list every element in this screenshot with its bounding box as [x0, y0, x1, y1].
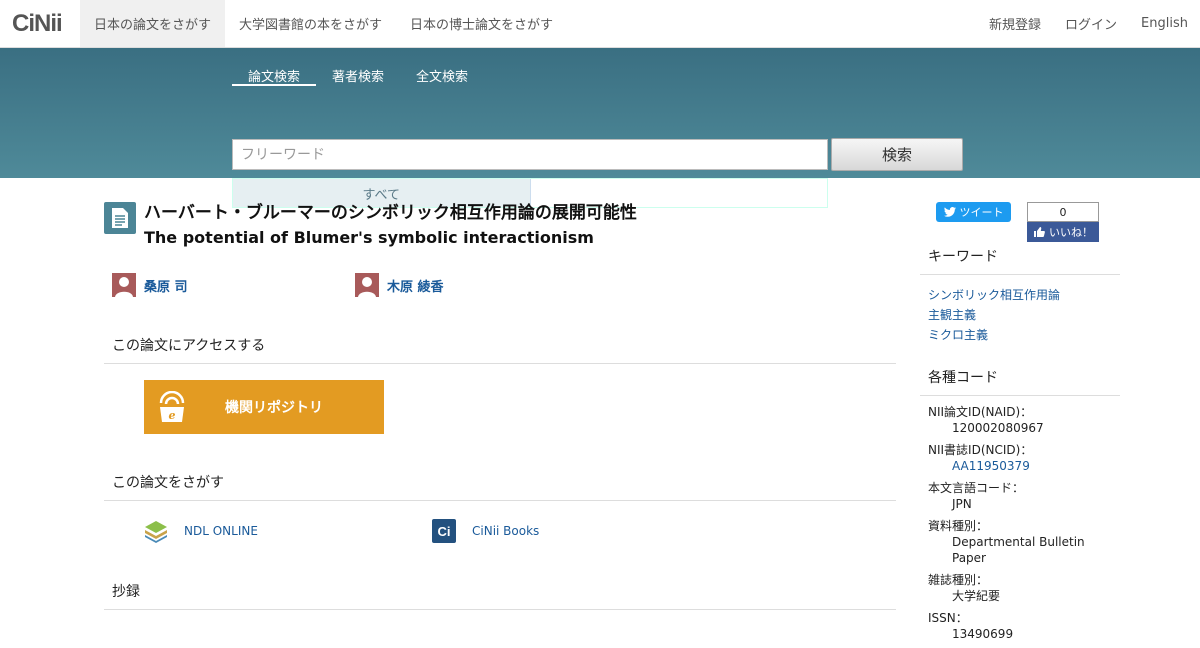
tab-article-search[interactable]: 論文検索 — [232, 62, 317, 86]
ndl-icon — [145, 521, 167, 543]
author-item[interactable]: 木原 綾香 — [355, 273, 598, 297]
twitter-bird-icon — [943, 207, 956, 217]
person-icon — [355, 273, 379, 297]
codes-heading: 各種コード — [920, 367, 1120, 396]
code-label: ISSN： — [928, 611, 968, 625]
nav-articles[interactable]: 日本の論文をさがす — [80, 0, 226, 47]
author-list: 桑原 司 木原 綾香 — [104, 273, 896, 297]
repo-button-label: 機関リポジトリ — [225, 400, 323, 416]
abstract-heading: 抄録 — [104, 581, 896, 610]
author-name[interactable]: 木原 綾香 — [387, 276, 444, 295]
article-main: ハーバート・ブルーマーのシンボリック相互作用論の展開可能性 The potent… — [104, 200, 896, 610]
english-link[interactable]: English — [1129, 0, 1200, 47]
code-value: 13490699 — [952, 627, 1014, 641]
code-label: NII書誌ID(NCID)： — [928, 443, 1033, 457]
login-link[interactable]: ログイン — [1053, 0, 1129, 47]
code-value: JPN — [952, 497, 972, 511]
search-band: 論文検索 著者検索 全文検索 検索 すべて 本文あり 詳細検索 — [0, 48, 1200, 208]
code-list: NII論文ID(NAID)： 120002080967 NII書誌ID(NCID… — [920, 396, 1120, 642]
chevron-down-icon — [848, 187, 868, 199]
tab-fulltext-search[interactable]: 全文検索 — [400, 62, 484, 86]
keywords-heading: キーワード — [920, 246, 1120, 275]
find-heading: この論文をさがす — [104, 472, 896, 501]
article-title-en: The potential of Blumer's symbolic inter… — [144, 228, 594, 247]
access-heading: この論文にアクセスする — [104, 335, 896, 364]
nav-dissertations[interactable]: 日本の博士論文をさがす — [396, 0, 567, 47]
top-navbar: CiNii 日本の論文をさがす 大学図書館の本をさがす 日本の博士論文をさがす … — [0, 0, 1200, 48]
keyword-link[interactable]: シンボリック相互作用論 — [928, 288, 1060, 302]
search-tabs: 論文検索 著者検索 全文検索 — [232, 62, 484, 86]
code-value: Departmental Bulletin Paper — [952, 535, 1085, 565]
social-buttons: ツイート 0 いいね！ — [920, 202, 1120, 242]
keyword-list: シンボリック相互作用論 主観主義 ミクロ主義 — [920, 275, 1120, 345]
cinii-books-link[interactable]: Ci CiNii Books — [432, 519, 720, 543]
keyword-link[interactable]: 主観主義 — [928, 308, 976, 322]
person-icon — [112, 273, 136, 297]
document-icon — [104, 202, 136, 234]
ndl-online-link[interactable]: NDL ONLINE — [144, 519, 432, 543]
svg-text:e: e — [169, 409, 176, 422]
article-title-block: ハーバート・ブルーマーのシンボリック相互作用論の展開可能性 The potent… — [104, 200, 896, 247]
register-link[interactable]: 新規登録 — [977, 0, 1053, 47]
nav-books[interactable]: 大学図書館の本をさがす — [225, 0, 396, 47]
ncid-link[interactable]: AA11950379 — [952, 459, 1030, 473]
cinii-books-icon: Ci — [432, 519, 456, 543]
thumbs-up-icon — [1034, 227, 1045, 237]
code-label: NII論文ID(NAID)： — [928, 405, 1033, 419]
article-title-ja: ハーバート・ブルーマーのシンボリック相互作用論の展開可能性 — [144, 203, 637, 223]
code-label: 資料種別： — [928, 519, 989, 533]
institutional-repository-button[interactable]: e 機関リポジトリ — [144, 380, 384, 434]
author-item[interactable]: 桑原 司 — [112, 273, 355, 297]
cinii-logo[interactable]: CiNii — [0, 0, 80, 47]
find-links: NDL ONLINE Ci CiNii Books — [144, 519, 896, 543]
ndl-online-label[interactable]: NDL ONLINE — [184, 524, 258, 538]
repository-icon: e — [144, 391, 200, 423]
code-value: 大学紀要 — [952, 589, 1001, 603]
code-label: 雑誌種別： — [928, 573, 989, 587]
keyword-link[interactable]: ミクロ主義 — [928, 328, 988, 342]
author-name[interactable]: 桑原 司 — [144, 276, 188, 295]
tab-author-search[interactable]: 著者検索 — [316, 62, 400, 86]
tweet-button[interactable]: ツイート — [936, 202, 1011, 222]
code-value: 120002080967 — [952, 421, 1044, 435]
facebook-like-widget[interactable]: 0 いいね！ — [1027, 202, 1099, 242]
svg-text:Ci: Ci — [438, 524, 451, 539]
cinii-books-label[interactable]: CiNii Books — [472, 524, 539, 538]
like-label: いいね！ — [1049, 226, 1093, 239]
like-button[interactable]: いいね！ — [1027, 222, 1099, 242]
code-label: 本文言語コード： — [928, 481, 1025, 495]
tweet-label: ツイート — [959, 206, 1004, 219]
like-count: 0 — [1027, 202, 1099, 222]
search-input[interactable] — [232, 139, 828, 170]
search-button[interactable]: 検索 — [831, 138, 963, 171]
sidebar: ツイート 0 いいね！ キーワード シンボリック相互作用論 主観主義 ミクロ主義… — [920, 202, 1120, 648]
